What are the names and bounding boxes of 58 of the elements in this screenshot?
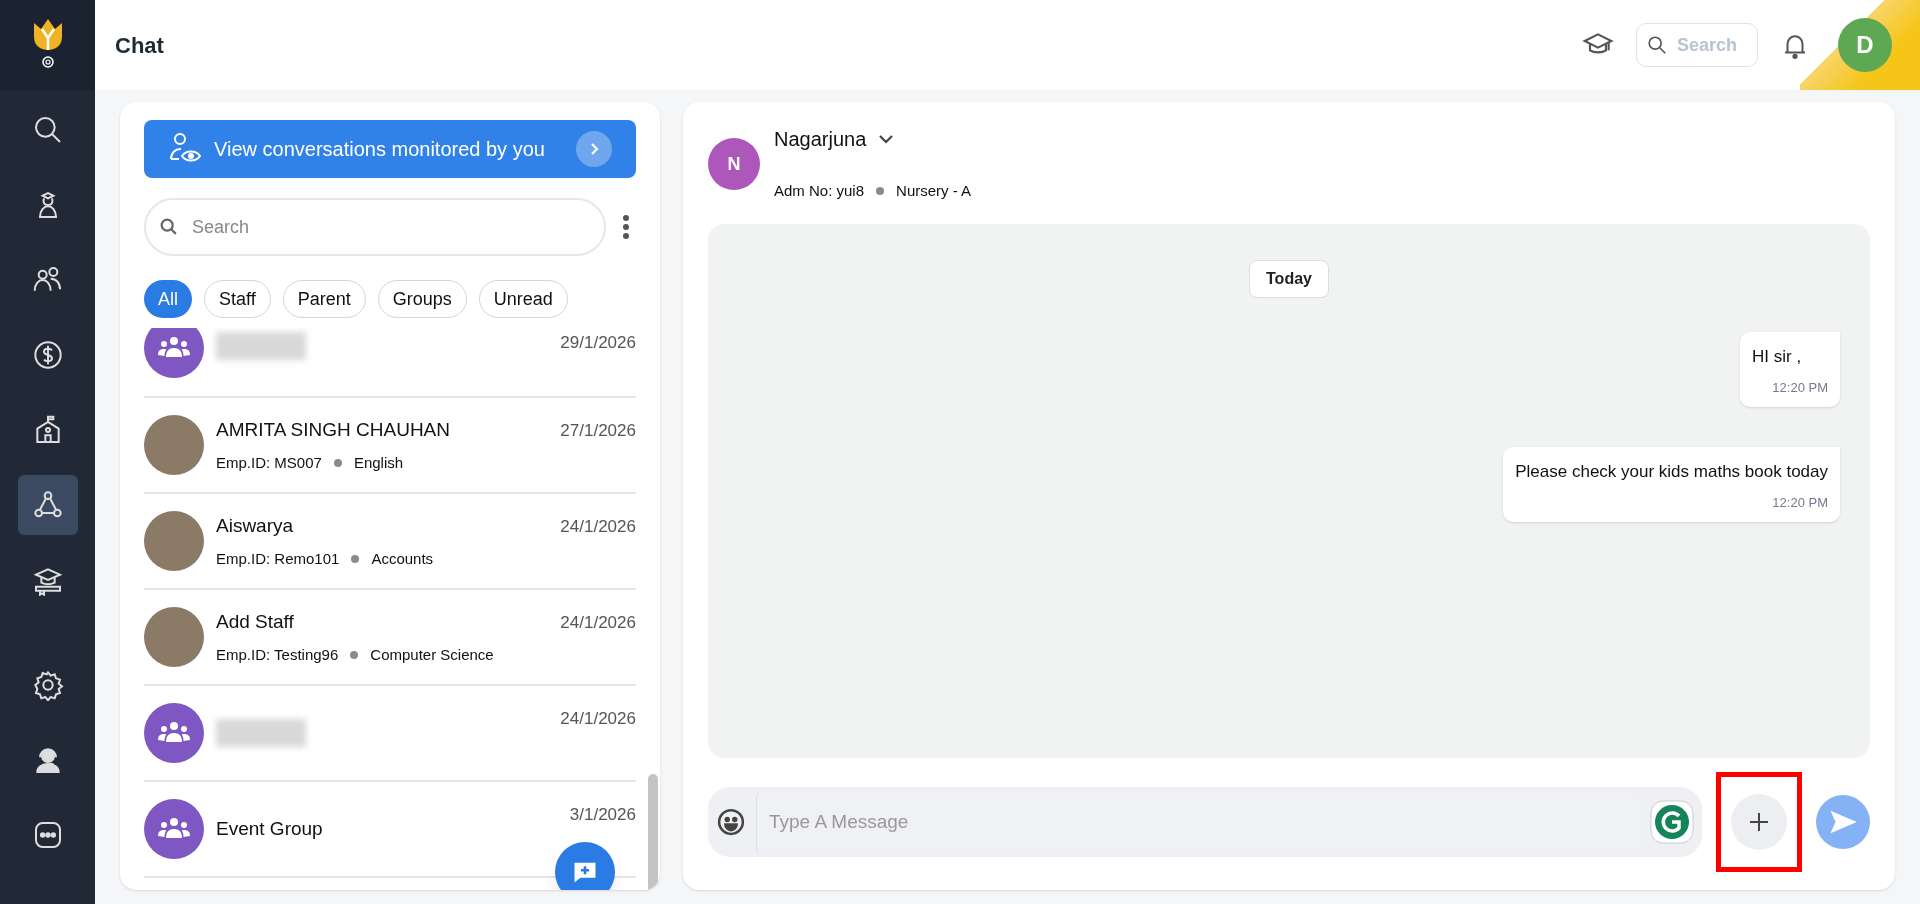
chat-list-item[interactable]: Add Staff Emp.ID: Testing96 Computer Science 24/1/2026: [144, 590, 636, 686]
photo-placeholder: [144, 511, 204, 571]
chat-date: 3/1/2026: [569, 804, 636, 826]
group-icon: [157, 721, 191, 745]
settings-icon: [31, 669, 64, 701]
monitor-banner-button[interactable]: View conversations monitored by you: [144, 120, 636, 178]
new-chat-button[interactable]: [555, 842, 615, 890]
department: English: [353, 453, 404, 473]
chat-date: 27/1/2026: [560, 420, 636, 442]
employee-id: Emp.ID: Testing96: [216, 645, 339, 665]
contact-name: AMRITA SINGH CHAUHAN: [216, 417, 451, 442]
chat-list-item[interactable]: 24/1/2026: [144, 686, 636, 782]
group-icon: [157, 817, 191, 841]
chat-date: 29/1/2026: [560, 332, 636, 354]
photo-placeholder: [144, 607, 204, 667]
filter-tab[interactable]: Unread: [478, 280, 568, 318]
chat-list-item[interactable]: Aiswarya Emp.ID: Remo101 Accounts 24/1/2026: [144, 494, 636, 590]
chat-date: 24/1/2026: [560, 612, 636, 634]
chat-list-item[interactable]: AMRITA SINGH CHAUHAN Emp.ID: MS007 English 27/1/2026: [144, 398, 636, 494]
scrollbar-thumb[interactable]: [648, 774, 658, 890]
contact-name: Aiswarya: [216, 513, 295, 538]
nav-item[interactable]: [17, 475, 78, 535]
message-text: HI sir ,: [1752, 346, 1802, 368]
contact-name: Event Group: [216, 816, 324, 841]
dollar-icon: [31, 339, 64, 371]
chat-date: 24/1/2026: [560, 516, 636, 538]
grammar-assistant-icon[interactable]: [1650, 800, 1694, 844]
message-text: Please check your kids maths book today: [1515, 461, 1828, 483]
photo-placeholder: [144, 415, 204, 475]
filter-tab[interactable]: Parent: [282, 280, 366, 318]
more-options-icon[interactable]: [622, 214, 630, 240]
add-attachment-button[interactable]: [1731, 794, 1787, 850]
smiley-icon[interactable]: [716, 807, 746, 837]
filter-tab[interactable]: Groups: [377, 280, 467, 318]
class-label: Nursery - A: [896, 181, 972, 201]
page-title: Chat: [115, 31, 164, 60]
plus-icon: [1747, 810, 1771, 834]
filter-tab[interactable]: Staff: [204, 280, 271, 318]
chat-search-field[interactable]: Search: [144, 198, 606, 256]
message-time: 12:20 PM: [1772, 378, 1828, 397]
department: Computer Science: [370, 645, 494, 665]
message-time: 12:20 PM: [1772, 493, 1828, 512]
employee-id: Emp.ID: Remo101: [216, 549, 340, 569]
contact-name[interactable]: Nagarjuna: [774, 124, 867, 154]
employee-id: Emp.ID: MS007: [216, 453, 322, 473]
chat-date: 24/1/2026: [560, 708, 636, 730]
chevron-down-icon[interactable]: [878, 133, 895, 145]
department: Accounts: [371, 549, 434, 569]
contact-name: Add Staff: [216, 609, 295, 634]
contact-avatar: N: [708, 138, 760, 190]
admission-number: Adm No: yui8: [774, 181, 865, 201]
filter-tab[interactable]: All: [144, 280, 192, 318]
group-icon: [157, 336, 191, 360]
message-composer[interactable]: Type A Message: [708, 787, 1702, 857]
search-icon: [1646, 34, 1668, 56]
chat-list-item[interactable]: 29/1/2026: [144, 328, 636, 398]
search-field[interactable]: Search: [1636, 23, 1758, 67]
chevron-right-icon: [576, 131, 612, 167]
